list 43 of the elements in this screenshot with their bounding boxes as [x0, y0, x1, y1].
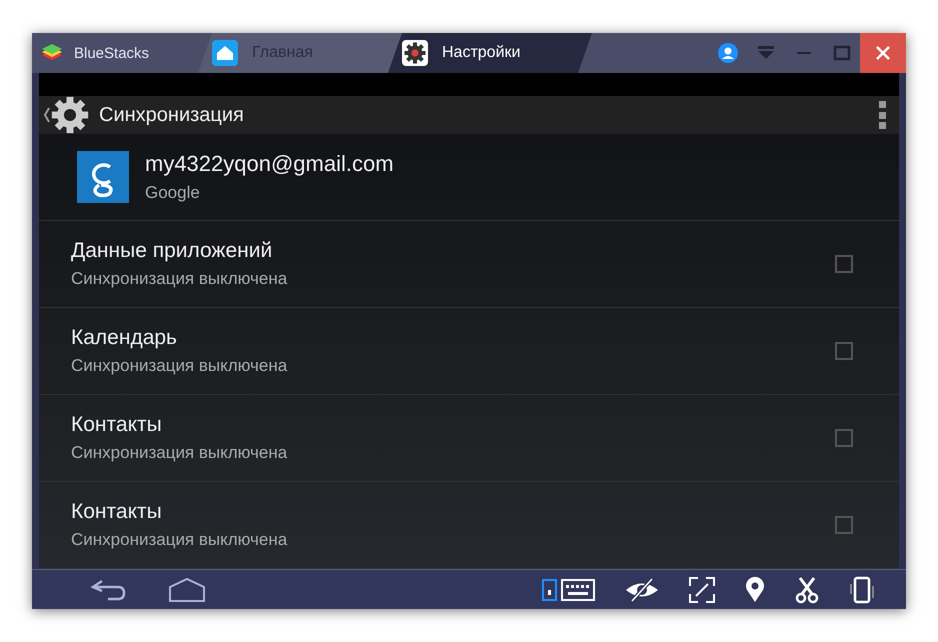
sync-item-title: Данные приложений: [71, 239, 274, 263]
sync-item-status: Синхронизация выключена: [71, 356, 288, 376]
sync-item-title: Контакты: [71, 500, 163, 524]
expand-arrows-icon: [688, 576, 716, 604]
sync-item-status: Синхронизация выключена: [71, 269, 288, 289]
eye-slash-icon: [624, 576, 660, 602]
sync-item-status: Синхронизация выключена: [71, 443, 288, 463]
chevron-left-icon: [43, 105, 51, 125]
shake-button[interactable]: [848, 576, 876, 604]
google-g-icon: [77, 151, 129, 203]
gear-icon: [403, 41, 427, 65]
checkbox[interactable]: [835, 342, 853, 360]
scissors-icon: [794, 576, 820, 604]
keyboard-icon: [542, 576, 596, 602]
sync-row[interactable]: Контакты Синхронизация выключена: [39, 395, 899, 482]
back-button[interactable]: [43, 96, 89, 134]
app-name: BlueStacks: [74, 44, 150, 62]
sync-row[interactable]: Календарь Синхронизация выключена: [39, 308, 899, 395]
sync-item-title: Контакты: [71, 413, 163, 437]
account-email: my4322yqon@gmail.com: [145, 151, 394, 177]
sync-item-status: Синхронизация выключена: [71, 530, 288, 550]
map-pin-icon: [744, 576, 766, 604]
home-outline-icon: [168, 576, 206, 602]
home-nav-button[interactable]: [168, 576, 206, 602]
checkbox[interactable]: [835, 255, 853, 273]
fullscreen-button[interactable]: [688, 576, 716, 604]
checkbox[interactable]: [835, 429, 853, 447]
screen-title: Синхронизация: [99, 104, 244, 126]
sync-item-title: Календарь: [71, 326, 178, 350]
account-provider: Google: [145, 183, 201, 203]
location-button[interactable]: [744, 576, 766, 604]
user-icon: [716, 41, 740, 65]
keyboard-button[interactable]: [542, 576, 596, 602]
account-button[interactable]: [716, 41, 740, 65]
vibrating-phone-icon: [848, 576, 876, 604]
tab[interactable]: Настройки: [388, 33, 592, 73]
screenshot-button[interactable]: [794, 576, 820, 604]
minimize-icon: [797, 52, 811, 54]
close-button[interactable]: [860, 33, 906, 73]
checkbox[interactable]: [835, 516, 853, 534]
visibility-off-button[interactable]: [624, 576, 660, 602]
overflow-menu-button[interactable]: [879, 101, 887, 129]
sync-row[interactable]: Данные приложений Синхронизация выключена: [39, 221, 899, 308]
